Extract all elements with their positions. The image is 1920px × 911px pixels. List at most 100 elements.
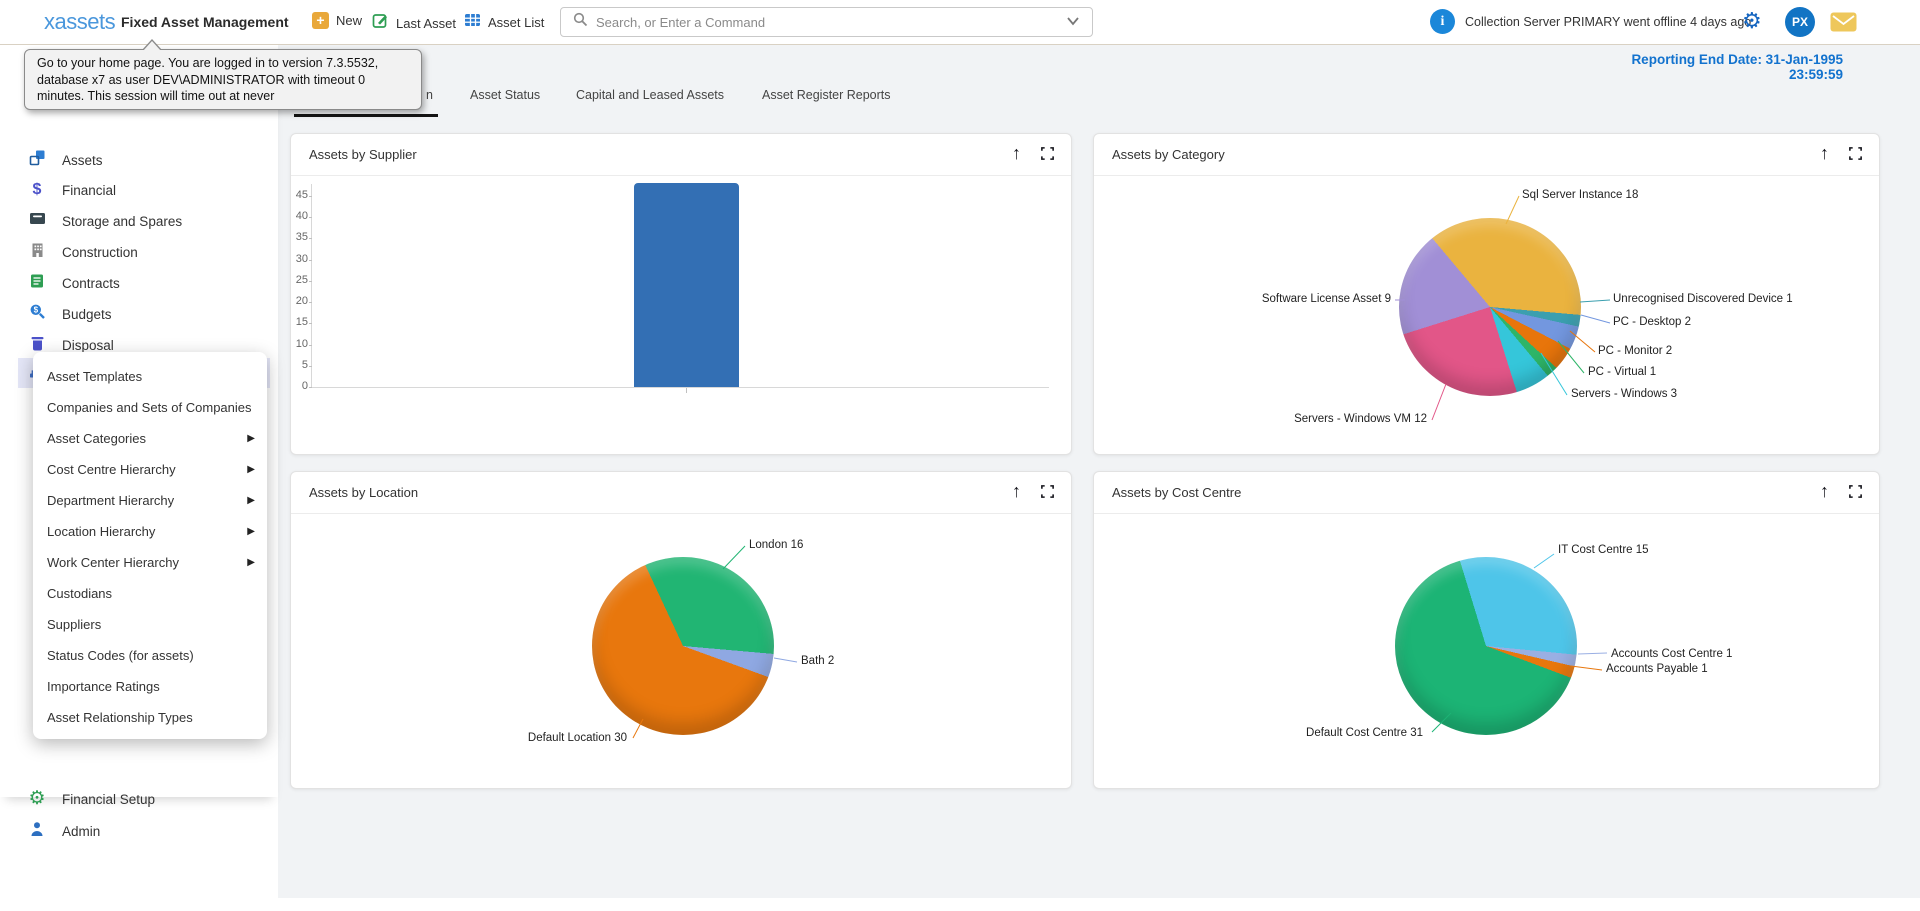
menu-item-status-codes-for-assets[interactable]: Status Codes (for assets): [33, 642, 267, 668]
tab-asset-register-reports[interactable]: Asset Register Reports: [762, 88, 891, 102]
pie-label-unrecognised-discovered-device: Unrecognised Discovered Device 1: [1613, 293, 1793, 305]
menu-item-label: Suppliers: [47, 617, 101, 632]
menu-item-cost-centre-hierarchy[interactable]: Cost Centre Hierarchy▶: [33, 456, 267, 482]
move-up-icon[interactable]: ↑: [1820, 143, 1829, 164]
sidebar-label: Storage and Spares: [62, 214, 182, 229]
tab-capital-and-leased-assets[interactable]: Capital and Leased Assets: [576, 88, 724, 102]
top-bar: xassets Fixed Asset Management + New Las…: [0, 0, 1920, 45]
xassets-logo[interactable]: xassets: [44, 9, 115, 35]
pie-chart-assets-by-cost-centre[interactable]: [1395, 557, 1577, 735]
pie-label-pc-desktop: PC - Desktop 2: [1613, 316, 1691, 328]
menu-item-label: Importance Ratings: [47, 679, 160, 694]
menu-item-asset-relationship-types[interactable]: Asset Relationship Types: [33, 704, 267, 730]
fullscreen-icon[interactable]: [1040, 484, 1055, 504]
financial-icon: $: [28, 181, 46, 199]
server-status-message: Collection Server PRIMARY went offline 4…: [1465, 15, 1751, 29]
pie-chart-assets-by-location[interactable]: [592, 557, 774, 735]
sidebar-item-assets[interactable]: Assets: [0, 145, 278, 175]
pie-label-pc-monitor: PC - Monitor 2: [1598, 345, 1672, 357]
pie-label-default-location: Default Location 30: [528, 732, 627, 744]
sidebar-label: Admin: [62, 824, 100, 839]
card-assets-by-cost-centre: Assets by Cost Centre ↑ IT Cost Centre 1…: [1093, 471, 1880, 789]
pie-label-accounts-payable: Accounts Payable 1: [1606, 663, 1708, 675]
sidebar-item-financial-setup[interactable]: ⚙ Financial Setup: [0, 784, 278, 814]
construction-icon: [28, 242, 46, 263]
menu-item-work-center-hierarchy[interactable]: Work Center Hierarchy▶: [33, 549, 267, 575]
y-axis-tick-mark: [309, 387, 312, 388]
move-up-icon[interactable]: ↑: [1012, 143, 1021, 164]
y-axis-tick-label: 35: [291, 231, 308, 243]
sidebar-item-construction[interactable]: Construction: [0, 237, 278, 267]
menu-item-importance-ratings[interactable]: Importance Ratings: [33, 673, 267, 699]
card-assets-by-category: Assets by Category ↑ Sql Server Instance…: [1093, 133, 1880, 455]
sidebar-label: Disposal: [62, 338, 114, 353]
edit-pencil-icon: [372, 12, 389, 34]
pie-label-it-cost-centre: IT Cost Centre 15: [1558, 544, 1649, 556]
card-assets-by-supplier: Assets by Supplier ↑ 051015202530354045: [290, 133, 1072, 455]
sidebar-item-financial[interactable]: $ Financial: [0, 175, 278, 205]
menu-item-label: Cost Centre Hierarchy: [47, 462, 176, 477]
card-header: Assets by Category ↑: [1094, 134, 1879, 176]
sidebar-item-storage-and-spares[interactable]: Storage and Spares: [0, 206, 278, 236]
tab-asset-status[interactable]: Asset Status: [470, 88, 540, 102]
sidebar-label: Financial: [62, 183, 116, 198]
active-tab-underline: [294, 114, 438, 117]
pie-chart-assets-by-category[interactable]: [1399, 218, 1581, 396]
pie-label-pc-virtual: PC - Virtual 1: [1588, 366, 1656, 378]
reporting-end-date[interactable]: Reporting End Date: 31-Jan-1995 23:59:59: [1590, 52, 1843, 82]
y-axis-tick-mark: [309, 217, 312, 218]
menu-item-label: Status Codes (for assets): [47, 648, 194, 663]
tooltip-line: Go to your home page. You are logged in …: [37, 55, 409, 72]
last-asset-button[interactable]: Last Asset: [372, 12, 456, 34]
last-asset-label: Last Asset: [396, 16, 456, 31]
menu-item-asset-categories[interactable]: Asset Categories▶: [33, 425, 267, 451]
fullscreen-icon[interactable]: [1848, 146, 1863, 166]
mail-envelope-icon[interactable]: [1830, 12, 1857, 37]
submenu-arrow-icon: ▶: [247, 557, 255, 568]
menu-item-department-hierarchy[interactable]: Department Hierarchy▶: [33, 487, 267, 513]
command-search-box[interactable]: [560, 7, 1093, 37]
sidebar-label: Budgets: [62, 307, 112, 322]
fullscreen-icon[interactable]: [1040, 146, 1055, 166]
storage-icon: [28, 211, 46, 231]
tooltip-line: database x7 as user DEV\ADMINISTRATOR wi…: [37, 72, 409, 89]
sidebar-item-budgets[interactable]: $ Budgets: [0, 299, 278, 329]
y-axis-tick-mark: [309, 281, 312, 282]
sidebar-item-admin[interactable]: Admin: [0, 816, 278, 846]
fullscreen-icon[interactable]: [1848, 484, 1863, 504]
y-axis-tick-label: 25: [291, 274, 308, 286]
y-axis-tick-label: 45: [291, 189, 308, 201]
menu-item-custodians[interactable]: Custodians: [33, 580, 267, 606]
card-title: Assets by Location: [309, 485, 418, 500]
x-axis-line: [311, 387, 1049, 388]
sidebar-label: Financial Setup: [62, 792, 155, 807]
search-icon: [573, 12, 588, 32]
assets-icon: [28, 149, 46, 171]
app-title: Fixed Asset Management: [121, 14, 289, 30]
pie-label-servers-windows: Servers - Windows 3: [1571, 388, 1677, 400]
sidebar-item-contracts[interactable]: Contracts: [0, 268, 278, 298]
card-assets-by-location: Assets by Location ↑ London 16 Bath 2 De…: [290, 471, 1072, 789]
search-input[interactable]: [596, 15, 1058, 30]
tooltip-line: minutes. This session will time out at n…: [37, 88, 409, 105]
chevron-down-icon[interactable]: [1066, 13, 1080, 31]
menu-item-asset-templates[interactable]: Asset Templates: [33, 363, 267, 389]
settings-gear-icon[interactable]: ⚙: [1742, 8, 1762, 34]
info-icon[interactable]: i: [1430, 9, 1455, 34]
user-avatar[interactable]: PX: [1785, 7, 1815, 37]
move-up-icon[interactable]: ↑: [1012, 481, 1021, 502]
new-button[interactable]: + New: [312, 12, 362, 29]
menu-item-location-hierarchy[interactable]: Location Hierarchy▶: [33, 518, 267, 544]
supplier-bar[interactable]: [634, 183, 739, 387]
card-title: Assets by Category: [1112, 147, 1225, 162]
menu-item-suppliers[interactable]: Suppliers: [33, 611, 267, 637]
contracts-icon: [28, 273, 46, 294]
tab-active-partially-hidden[interactable]: n: [426, 88, 433, 102]
submenu-arrow-icon: ▶: [247, 526, 255, 537]
sidebar-label: Contracts: [62, 276, 120, 291]
move-up-icon[interactable]: ↑: [1820, 481, 1829, 502]
asset-list-button[interactable]: Asset List: [464, 12, 544, 33]
menu-item-label: Companies and Sets of Companies: [47, 400, 252, 415]
y-axis-tick-mark: [309, 345, 312, 346]
menu-item-companies-and-sets-of-companies[interactable]: Companies and Sets of Companies: [33, 394, 267, 420]
